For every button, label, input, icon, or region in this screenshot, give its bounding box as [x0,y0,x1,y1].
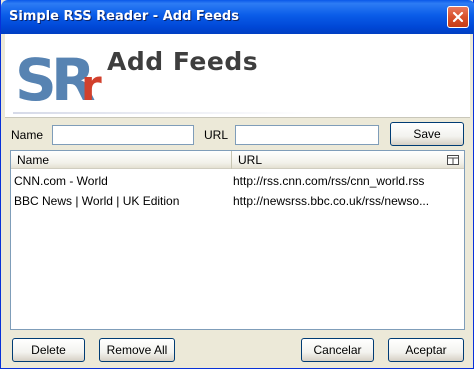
window-title: Simple RSS Reader - Add Feeds [9,9,239,24]
list-row[interactable]: CNN.com - World http://rss.cnn.com/rss/c… [11,171,464,191]
accept-button[interactable]: Aceptar [388,338,464,362]
list-header: Name URL [11,151,464,169]
remove-all-button[interactable]: Remove All [99,338,175,362]
svg-text:r: r [81,61,102,110]
feed-name: CNN.com - World [14,174,108,188]
header-banner: S R r Add Feeds [5,34,470,118]
save-button[interactable]: Save [390,122,464,146]
feed-form: Name URL Save [1,120,474,148]
banner-divider [13,112,313,114]
name-input[interactable] [52,125,194,145]
delete-button[interactable]: Delete [12,338,85,362]
feed-name: BBC News | World | UK Edition [14,194,180,208]
add-feeds-window: Simple RSS Reader - Add Feeds S R r Add … [0,0,474,369]
feed-url: http://newsrss.bbc.co.uk/rss/newso... [233,194,430,208]
page-title: Add Feeds [107,47,259,76]
app-logo: S R r [15,46,102,114]
name-label: Name [11,128,44,142]
url-label: URL [204,128,229,142]
list-row[interactable]: BBC News | World | UK Edition http://new… [11,191,464,211]
feeds-list[interactable]: Name URL CNN.com - World http://rss.cnn.… [10,150,465,330]
url-input[interactable] [235,125,379,145]
feed-url: http://rss.cnn.com/rss/cnn_world.rss [233,174,425,188]
close-button[interactable] [447,6,469,28]
title-bar[interactable]: Simple RSS Reader - Add Feeds [1,0,474,34]
column-header-url[interactable]: URL [232,151,444,169]
cancel-button[interactable]: Cancelar [301,338,374,362]
column-chooser-icon[interactable] [446,153,460,167]
close-icon [452,11,464,23]
column-header-name[interactable]: Name [11,151,232,169]
